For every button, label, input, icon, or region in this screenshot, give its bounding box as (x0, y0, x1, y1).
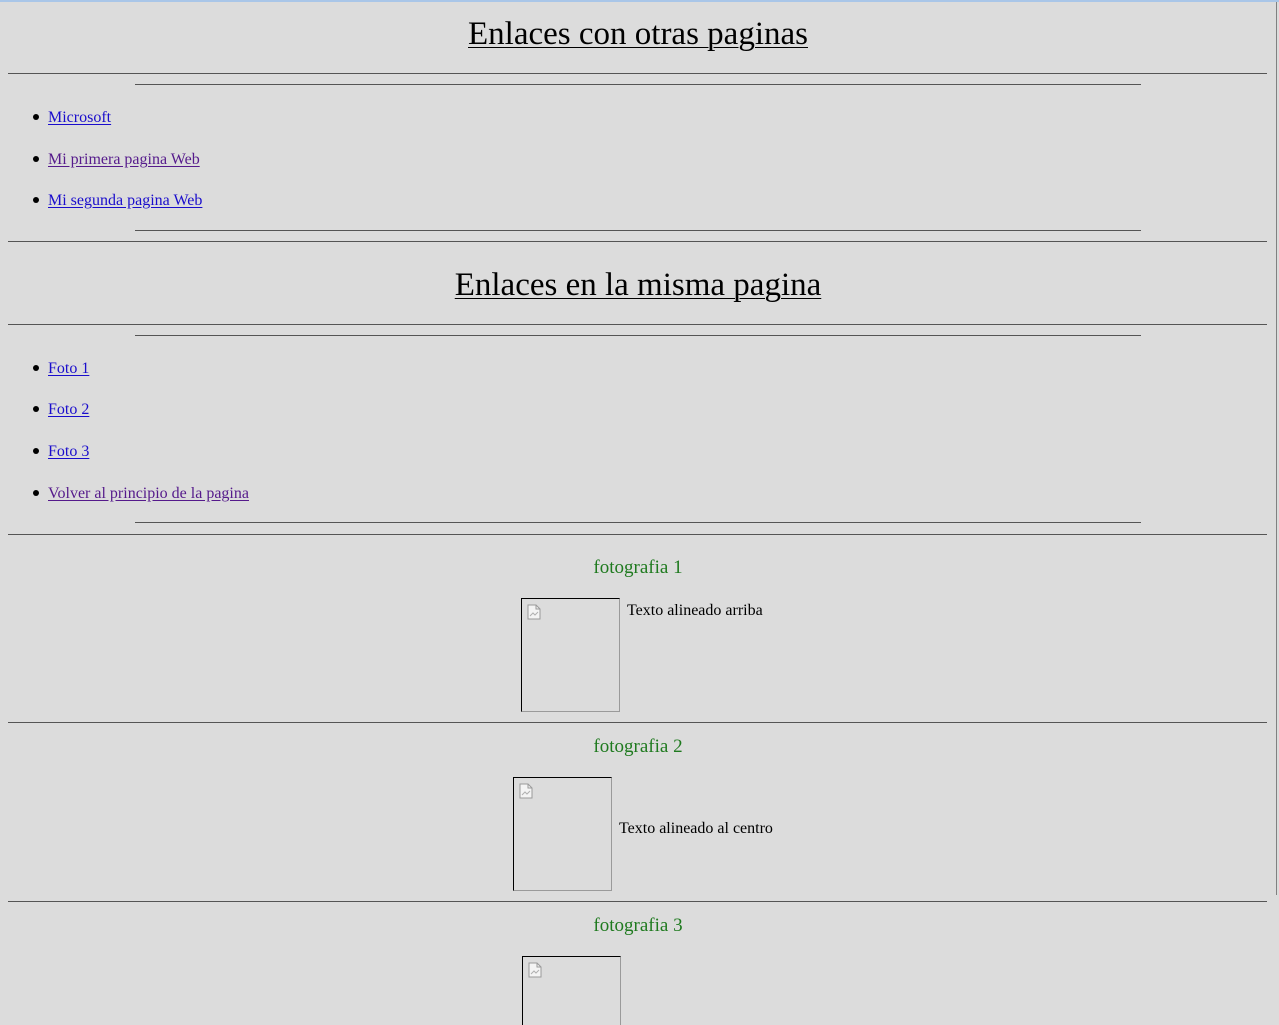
bullet-icon (33, 365, 39, 372)
bullet-icon (33, 406, 39, 413)
divider-inner (135, 84, 1141, 85)
bullet-icon (33, 490, 39, 497)
divider (8, 241, 1267, 242)
broken-image-icon (528, 962, 542, 978)
broken-image-icon (519, 783, 533, 799)
photo-1-text: Texto alineado arriba (627, 602, 763, 619)
bullet-icon (33, 156, 39, 163)
section-title-external: Enlaces con otras paginas (468, 16, 808, 52)
divider (8, 73, 1267, 74)
link-foto-1[interactable]: Foto 1 (48, 360, 89, 377)
divider (8, 324, 1267, 325)
broken-image-icon (527, 604, 541, 620)
link-foto-2[interactable]: Foto 2 (48, 401, 89, 418)
photo-3-image (522, 956, 621, 1025)
section-title-internal: Enlaces en la misma pagina (454, 267, 822, 303)
link-mi-primera-pagina[interactable]: Mi primera pagina Web (48, 151, 200, 168)
bullet-icon (33, 114, 39, 121)
divider-inner (135, 522, 1141, 523)
scrollbar-edge (1276, 2, 1277, 895)
divider-inner (135, 230, 1141, 231)
bullet-icon (33, 448, 39, 455)
divider (8, 722, 1267, 723)
list-item: Mi segunda pagina Web (33, 191, 202, 211)
photo-caption-2: fotografia 2 (593, 736, 683, 757)
list-item: Foto 3 (33, 442, 89, 462)
list-item: Foto 1 (33, 359, 89, 379)
link-mi-segunda-pagina[interactable]: Mi segunda pagina Web (48, 192, 202, 209)
list-item: Foto 2 (33, 400, 89, 420)
link-foto-3[interactable]: Foto 3 (48, 443, 89, 460)
link-microsoft[interactable]: Microsoft (48, 109, 111, 126)
list-item: Microsoft (33, 108, 111, 128)
bullet-icon (33, 197, 39, 204)
photo-caption-1: fotografia 1 (593, 557, 683, 578)
divider (8, 534, 1267, 535)
window-top-edge (0, 0, 1279, 2)
divider-inner (135, 335, 1141, 336)
photo-2-text: Texto alineado al centro (619, 820, 773, 837)
link-volver-principio[interactable]: Volver al principio de la pagina (48, 485, 249, 502)
photo-2-image (513, 777, 612, 891)
photo-caption-3: fotografia 3 (593, 915, 683, 936)
list-item: Volver al principio de la pagina (33, 484, 249, 504)
divider (8, 901, 1267, 902)
list-item: Mi primera pagina Web (33, 150, 200, 170)
photo-1-image (521, 598, 620, 712)
